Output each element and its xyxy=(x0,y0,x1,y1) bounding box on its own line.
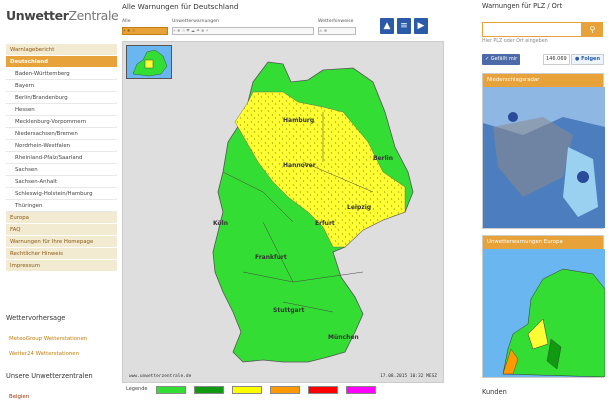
page-title: Alle Warnungen für Deutschland xyxy=(122,2,239,11)
map-svg xyxy=(212,61,414,363)
map-legend: Legende xyxy=(122,384,444,396)
nav-sub-item[interactable]: Nordrhein-Westfalen xyxy=(6,140,117,152)
map-city: Hamburg xyxy=(283,117,315,124)
filter-unwetter-bar[interactable]: ⚡ ❄ ☃ ⛈ ☁ ☂ ❄ ⚡ xyxy=(172,27,314,35)
nav-sub-item[interactable]: Berlin/Brandenburg xyxy=(6,92,117,104)
road-icon[interactable]: ▲ xyxy=(380,18,394,34)
search-hint: Hier PLZ oder Ort eingeben xyxy=(482,39,548,44)
radar-title: Niederschlagsradar xyxy=(483,74,603,87)
facebook-like-button[interactable]: ✓ Gefällt mir xyxy=(482,54,521,65)
sidebar-nav: Warnlagebericht Deutschland Baden-Württe… xyxy=(6,44,117,272)
map-credit: www.unwetterzentrale.de xyxy=(129,374,192,379)
nav-sub-item[interactable]: Thüringen xyxy=(6,200,117,212)
map-city: Frankfurt xyxy=(255,254,287,261)
video-icon[interactable]: ▶ xyxy=(414,18,428,34)
nav-sub-item[interactable]: Mecklenburg-Vorpommern xyxy=(6,116,117,128)
legend-swatch-darkgreen xyxy=(194,386,224,394)
radar-panel[interactable]: Niederschlagsradar xyxy=(482,73,605,229)
nav-item-europa[interactable]: Europa xyxy=(6,212,117,224)
ours-link-belgien[interactable]: Belgien xyxy=(9,394,29,400)
nav-sub-item[interactable]: Hessen xyxy=(6,104,117,116)
map-city: Berlin xyxy=(373,155,393,162)
forecast-heading: Wettervorhersage xyxy=(6,314,66,322)
nav-item-deutschland[interactable]: Deutschland xyxy=(6,56,117,68)
map-city: Köln xyxy=(213,220,228,227)
logo-light: Zentrale xyxy=(68,8,119,23)
filter-label-alle: Alle xyxy=(122,19,131,24)
legend-swatch-magenta xyxy=(346,386,376,394)
legend-swatch-red xyxy=(308,386,338,394)
warn-heading: Warnungen für PLZ / Ort xyxy=(482,2,563,10)
fb-like-label: Gefällt mir xyxy=(490,56,518,62)
legend-swatch-orange xyxy=(270,386,300,394)
legend-swatch-yellow xyxy=(232,386,262,394)
map-timestamp: 17.08.2015 10:32 MESZ xyxy=(380,374,437,379)
filter-wetter-bar[interactable]: ⚠ ❄ xyxy=(318,27,356,35)
nav-item-impressum[interactable]: Impressum xyxy=(6,260,117,272)
search-icon[interactable]: ⚲ xyxy=(582,22,603,37)
nav-sub-item[interactable]: Baden-Württemberg xyxy=(6,68,117,80)
radar-image xyxy=(483,87,605,228)
facebook-like-count: 146.069 xyxy=(543,54,570,65)
map-city: Hannover xyxy=(283,162,316,169)
europe-map-image xyxy=(483,249,606,378)
kunden-heading: Kunden xyxy=(482,388,507,396)
map-city: Erfurt xyxy=(315,220,335,227)
tw-follow-label: Folgen xyxy=(581,56,601,62)
map-city: Stuttgart xyxy=(273,307,305,314)
nav-item-warnlagebericht[interactable]: Warnlagebericht xyxy=(6,44,117,56)
nav-sub-item[interactable]: Niedersachsen/Bremen xyxy=(6,128,117,140)
nav-sub-item[interactable]: Sachsen-Anhalt xyxy=(6,176,117,188)
legend-swatch-green xyxy=(156,386,186,394)
nav-sub-item[interactable]: Rheinland-Pfalz/Saarland xyxy=(6,152,117,164)
page: UnwetterZentrale Warnlagebericht Deutsch… xyxy=(0,0,612,401)
nav-item-homepage-warnings[interactable]: Warnungen für Ihre Homepage xyxy=(6,236,117,248)
nav-item-legal[interactable]: Rechtlicher Hinweis xyxy=(6,248,117,260)
ours-heading: Unsere Unwetterzentralen xyxy=(6,372,93,380)
logo-bold: Unwetter xyxy=(6,8,69,23)
germany-warning-map[interactable]: Hamburg Berlin Hannover Leipzig Köln Erf… xyxy=(122,41,444,383)
europe-warnings-panel[interactable]: Unwetterwarnungen Europa xyxy=(482,235,606,378)
filter-alle-button[interactable]: ⚡ ❄ ☃ xyxy=(122,27,168,35)
twitter-follow-button[interactable]: ● Folgen xyxy=(571,54,605,65)
forecast-link[interactable]: Wetter24 Wetterstationen xyxy=(9,351,79,357)
layers-icon[interactable]: ≡ xyxy=(397,18,411,34)
filter-label-wetter: Wetterhinweise xyxy=(318,19,354,24)
legend-label: Legende xyxy=(126,386,148,392)
map-city: Leipzig xyxy=(347,204,372,211)
nav-sub-item[interactable]: Schleswig-Holstein/Hamburg xyxy=(6,188,117,200)
nav-sub-item[interactable]: Bayern xyxy=(6,80,117,92)
nav-item-faq[interactable]: FAQ xyxy=(6,224,117,236)
map-city: München xyxy=(328,334,359,341)
forecast-link[interactable]: MeteoGroup Wetterstationen xyxy=(9,336,87,342)
nav-sub-item[interactable]: Sachsen xyxy=(6,164,117,176)
filter-label-unwetter: Unwetterwarnungen xyxy=(172,19,219,24)
minimap-svg xyxy=(132,49,168,77)
europe-minimap[interactable] xyxy=(126,45,172,79)
plz-search-input[interactable] xyxy=(482,22,582,37)
site-logo[interactable]: UnwetterZentrale xyxy=(6,8,119,23)
europe-title: Unwetterwarnungen Europa xyxy=(483,236,603,249)
